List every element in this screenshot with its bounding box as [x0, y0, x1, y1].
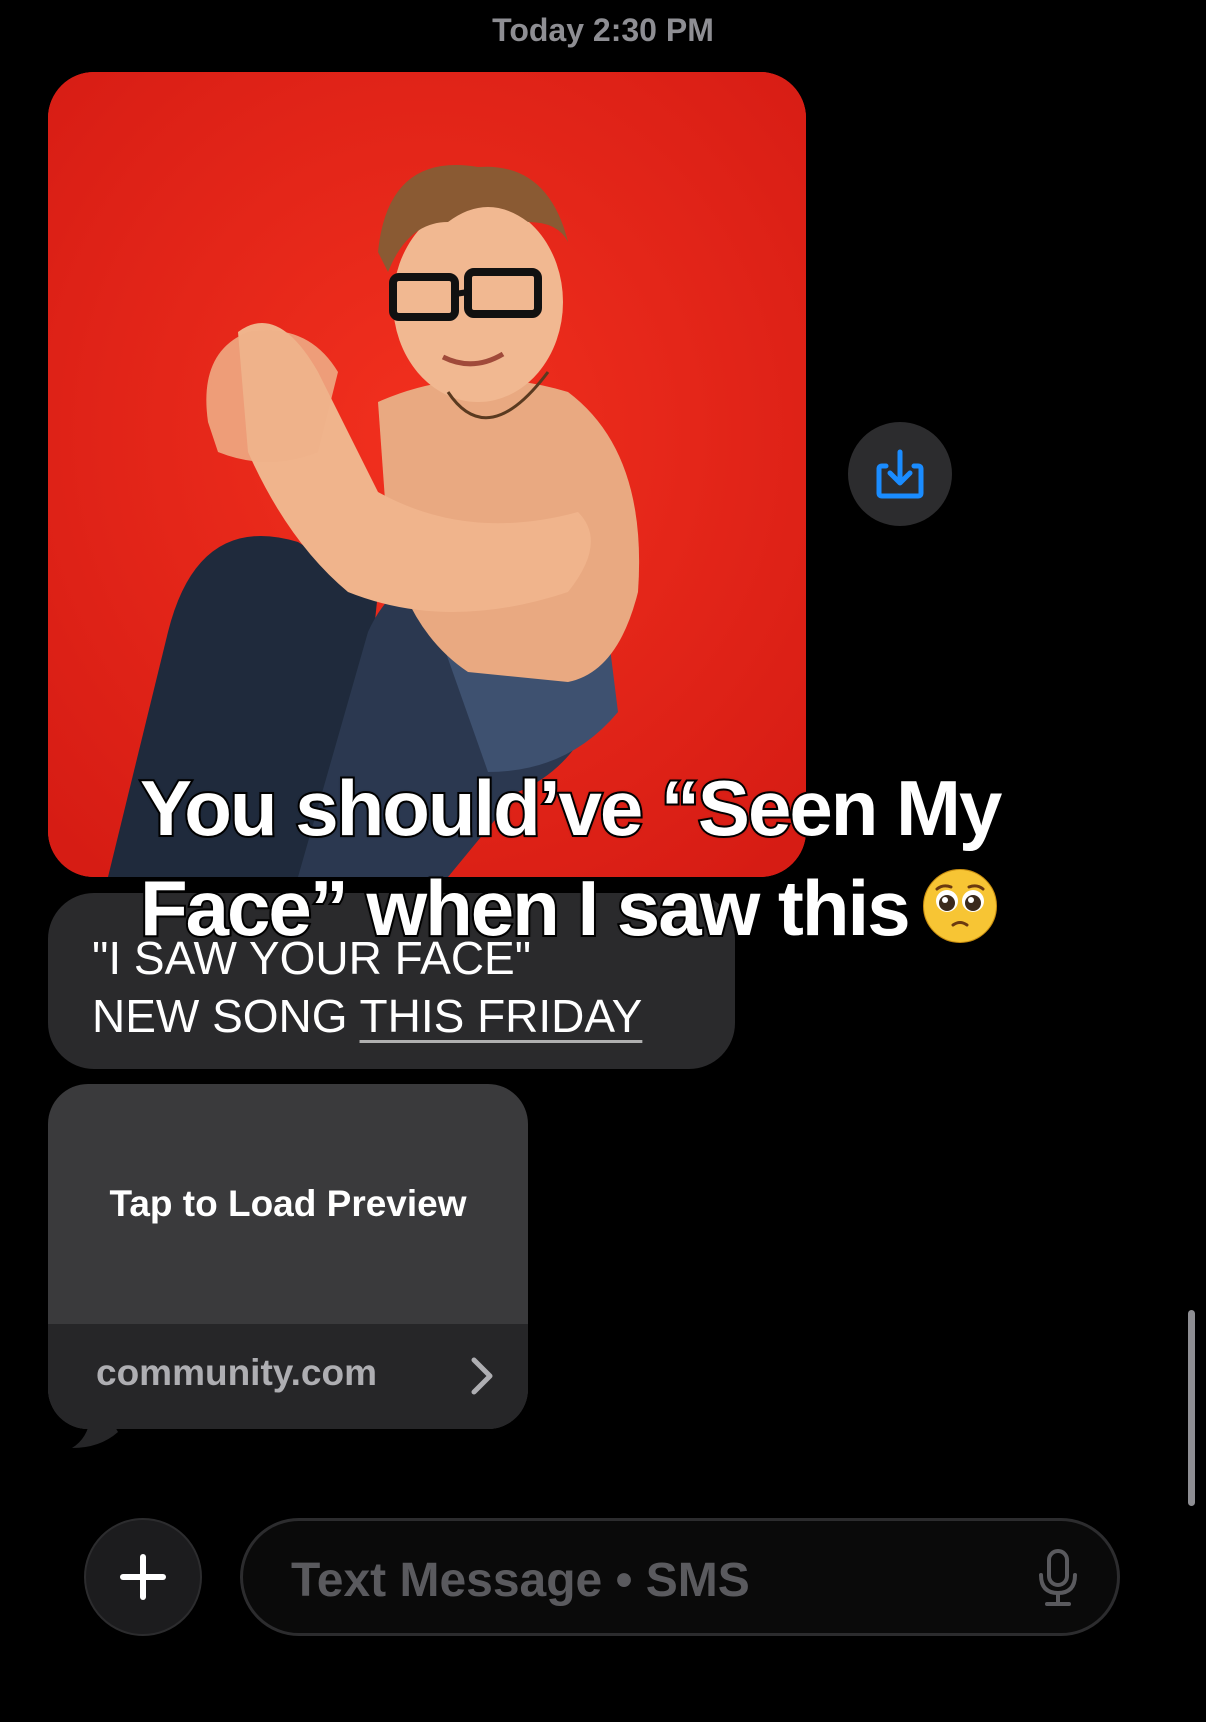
- message-input[interactable]: Text Message • SMS: [240, 1518, 1120, 1636]
- timestamp-day: Today: [492, 12, 585, 48]
- message-input-placeholder: Text Message • SMS: [291, 1554, 750, 1607]
- timestamp-time: 2:30 PM: [592, 12, 714, 48]
- plus-icon: [120, 1554, 166, 1600]
- download-icon: [876, 449, 924, 499]
- message-line-2: NEW SONG THIS FRIDAY: [92, 987, 735, 1045]
- add-attachment-button[interactable]: [84, 1518, 202, 1636]
- scrollbar[interactable]: [1188, 1310, 1195, 1506]
- message-timestamp: Today 2:30 PM: [0, 12, 1206, 49]
- load-preview-area[interactable]: Tap to Load Preview: [48, 1084, 528, 1324]
- load-preview-label: Tap to Load Preview: [109, 1183, 467, 1224]
- caption-line-2-text: Face” when I saw this: [138, 862, 913, 954]
- caption-line-2: Face” when I saw this: [138, 858, 1080, 968]
- caption-line-1: You should’ve “Seen My: [138, 762, 1004, 854]
- pleading-face-icon: [921, 867, 999, 968]
- bubble-tail: [72, 1418, 118, 1448]
- message-line-2-prefix: NEW SONG: [92, 990, 360, 1042]
- link-preview-card[interactable]: Tap to Load Preview community.com: [48, 1084, 528, 1429]
- chevron-right-icon: [471, 1357, 493, 1395]
- overlay-caption: You should’ve “Seen My Face” when I saw …: [138, 758, 1080, 968]
- link-domain: community.com: [96, 1352, 377, 1393]
- microphone-icon[interactable]: [1037, 1549, 1079, 1607]
- photo-attachment[interactable]: [48, 72, 806, 877]
- date-link[interactable]: THIS FRIDAY: [360, 990, 643, 1042]
- save-photo-button[interactable]: [848, 422, 952, 526]
- photo-illustration: [48, 72, 806, 877]
- link-preview-footer[interactable]: community.com: [48, 1324, 528, 1429]
